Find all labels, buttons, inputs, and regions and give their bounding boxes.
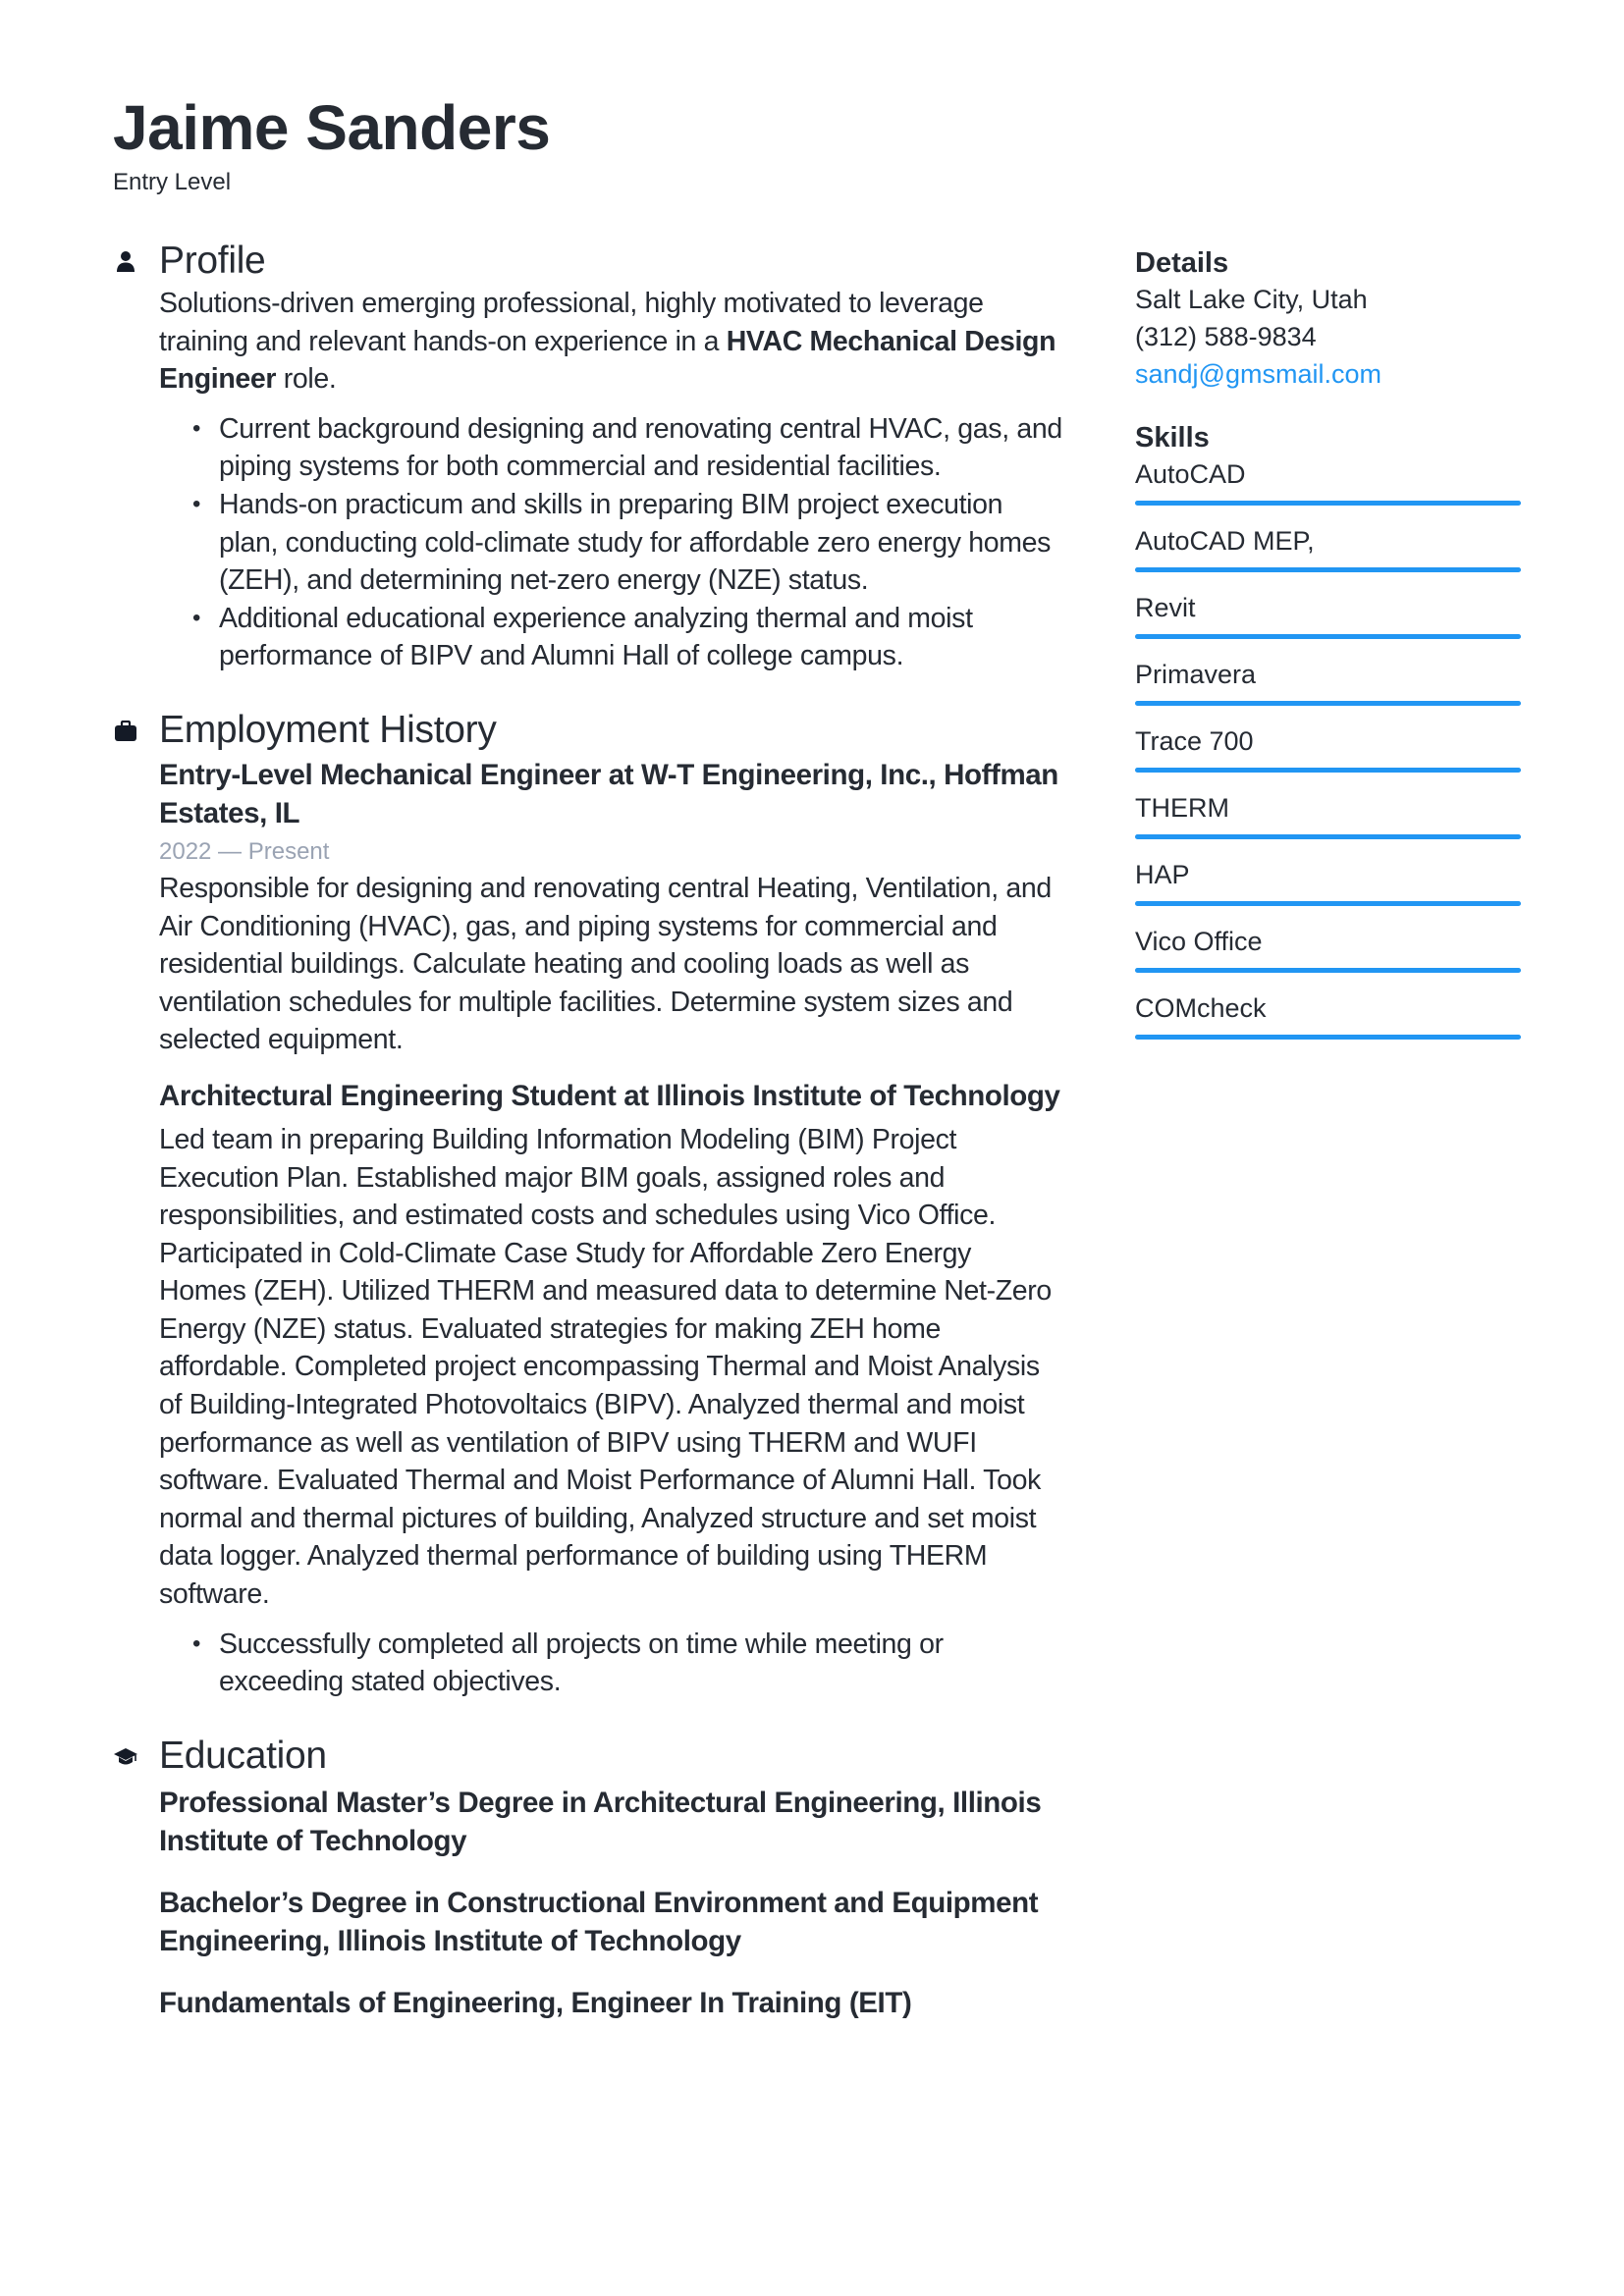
employment-section: Employment History Entry-Level Mechanica… (113, 705, 1065, 1701)
skill-level-bar (1135, 501, 1521, 506)
bullet-icon: • (192, 1629, 201, 1657)
skill-level-fill (1135, 1035, 1521, 1040)
skill-level-fill (1135, 768, 1521, 773)
candidate-name: Jaime Sanders (113, 92, 551, 163)
skills-section: Skills AutoCAD AutoCAD MEP, Revit Primavera… (1135, 420, 1521, 1040)
skill-name: THERM (1135, 793, 1229, 823)
skill-level-fill (1135, 834, 1521, 839)
job-entry: Architectural Engineering Student at Ill… (159, 1077, 1065, 1701)
skill-level-bar (1135, 968, 1521, 973)
briefcase-icon (113, 719, 138, 744)
skill-item: AutoCAD (1135, 455, 1521, 506)
details-email-link[interactable]: sandj@gmsmail.com (1135, 355, 1521, 393)
profile-bullet: • Hands-on practicum and skills in prepar… (192, 486, 1065, 600)
profile-summary-end: role. (276, 363, 337, 396)
education-item: Professional Master’s Degree in Architec… (159, 1786, 1042, 1857)
job-description: Responsible for designing and renovating… (159, 872, 1052, 1056)
profile-section: Profile Solutions-driven emerging profes… (113, 236, 1065, 675)
skill-level-fill (1135, 634, 1521, 639)
skill-name: HAP (1135, 860, 1190, 889)
skill-item: Vico Office (1135, 923, 1521, 973)
job-bullet-text: Successfully completed all projects on t… (219, 1628, 944, 1698)
skill-level-fill (1135, 567, 1521, 572)
skill-level-fill (1135, 501, 1521, 506)
skill-level-bar (1135, 1035, 1521, 1040)
profile-bullet-text: Hands-on practicum and skills in prepari… (219, 488, 1051, 597)
skill-level-fill (1135, 701, 1521, 706)
skill-item: Trace 700 (1135, 722, 1521, 773)
bullet-icon: • (192, 414, 201, 442)
skill-level-bar (1135, 901, 1521, 906)
job-description: Led team in preparing Building Informati… (159, 1123, 1052, 1611)
skill-level-bar (1135, 834, 1521, 839)
profile-bullet-text: Additional educational experience analyz… (219, 602, 973, 672)
sidebar: Details Salt Lake City, Utah (312) 588-9… (1135, 245, 1521, 1056)
skill-name: Trace 700 (1135, 726, 1254, 756)
bullet-icon: • (192, 490, 201, 517)
profile-bullet: • Additional educational experience analy… (192, 600, 1065, 675)
skills-list: AutoCAD AutoCAD MEP, Revit Primavera Trace 7… (1135, 455, 1521, 1040)
skill-level-fill (1135, 901, 1521, 906)
details-section: Details Salt Lake City, Utah (312) 588-9… (1135, 245, 1521, 393)
profile-title: Profile (159, 240, 266, 282)
bullet-icon: • (192, 604, 201, 631)
education-title: Education (159, 1734, 327, 1777)
skills-title: Skills (1135, 422, 1210, 454)
education-list: Professional Master’s Degree in Architec… (159, 1784, 1065, 2022)
skill-item: AutoCAD MEP, (1135, 522, 1521, 572)
skill-name: AutoCAD MEP, (1135, 526, 1315, 556)
skill-name: AutoCAD (1135, 459, 1246, 489)
job-entry: Entry-Level Mechanical Engineer at W-T E… (159, 756, 1065, 1059)
skill-level-fill (1135, 968, 1521, 973)
skill-level-bar (1135, 634, 1521, 639)
skill-level-bar (1135, 701, 1521, 706)
details-phone: (312) 588-9834 (1135, 322, 1317, 351)
graduation-cap-icon (113, 1744, 138, 1770)
skill-name: Vico Office (1135, 927, 1263, 956)
skill-item: THERM (1135, 789, 1521, 839)
skill-item: HAP (1135, 856, 1521, 906)
skill-name: COMcheck (1135, 993, 1267, 1023)
education-item: Bachelor’s Degree in Constructional Envi… (159, 1886, 1039, 1957)
profile-bullets: • Current background designing and renova… (159, 410, 1065, 675)
job-bullet: • Successfully completed all projects on … (192, 1626, 1065, 1701)
candidate-subtitle: Entry Level (113, 169, 232, 195)
details-title: Details (1135, 247, 1229, 279)
profile-header: Profile (117, 236, 1065, 287)
person-icon (113, 249, 138, 275)
education-section: Education Professional Master’s Degree i… (113, 1731, 1065, 2022)
job-title: Architectural Engineering Student at Ill… (159, 1079, 1060, 1112)
main-column: Profile Solutions-driven emerging profes… (113, 236, 1065, 2022)
education-item: Fundamentals of Engineering, Engineer In… (159, 1986, 912, 2019)
details-location: Salt Lake City, Utah (1135, 285, 1368, 314)
skill-name: Primavera (1135, 660, 1257, 689)
skill-level-bar (1135, 567, 1521, 572)
education-header: Education (114, 1731, 1065, 1782)
profile-summary: Solutions-driven emerging professional, … (159, 285, 1065, 399)
job-date: 2022 — Present (159, 837, 330, 865)
job-bullets: • Successfully completed all projects on … (159, 1626, 1065, 1701)
skill-item: COMcheck (1135, 989, 1521, 1040)
profile-bullet: • Current background designing and renova… (192, 410, 1065, 486)
skill-item: Revit (1135, 589, 1521, 639)
skill-item: Primavera (1135, 656, 1521, 706)
skill-level-bar (1135, 768, 1521, 773)
job-title: Entry-Level Mechanical Engineer at W-T E… (159, 758, 1058, 829)
employment-title: Employment History (159, 708, 497, 751)
employment-header: Employment History (115, 705, 1065, 756)
profile-bullet-text: Current background designing and renovat… (219, 412, 1062, 483)
skill-name: Revit (1135, 593, 1196, 622)
